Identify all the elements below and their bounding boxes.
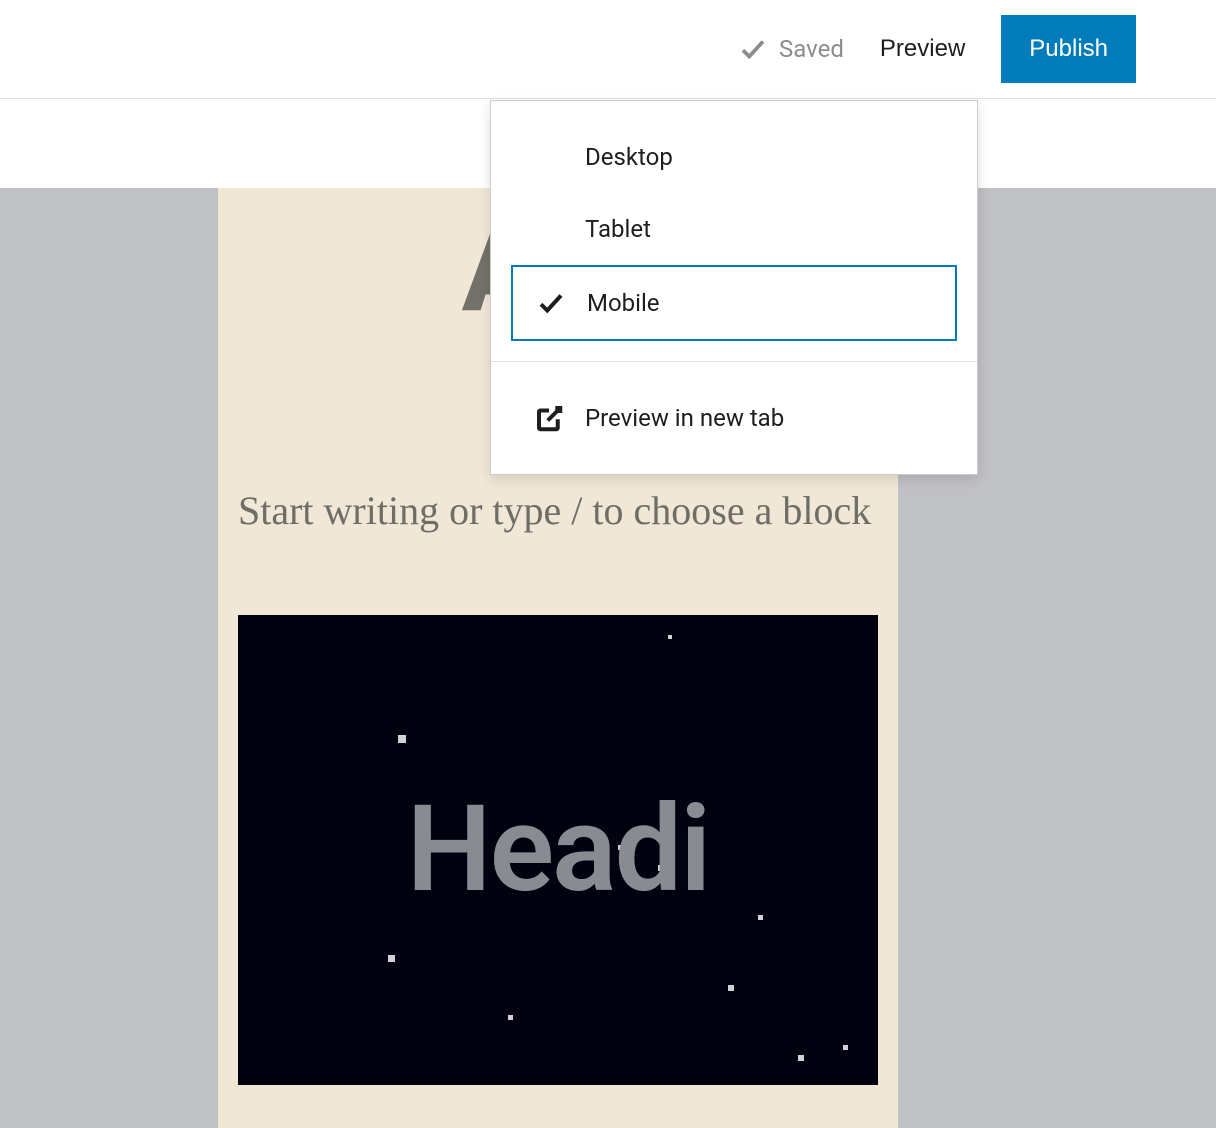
menu-item-label: Tablet [585, 215, 651, 243]
check-icon [533, 285, 569, 321]
preview-dropdown: Desktop Tablet Mobile Preview in new tab [490, 100, 978, 475]
preview-button[interactable]: Preview [868, 27, 977, 71]
dropdown-devices-section: Desktop Tablet Mobile [491, 101, 977, 361]
check-icon [531, 139, 567, 175]
cover-block[interactable]: Headi [238, 615, 878, 1085]
check-icon [737, 33, 769, 65]
preview-option-desktop[interactable]: Desktop [511, 121, 957, 193]
saved-label: Saved [779, 35, 844, 63]
preview-option-mobile[interactable]: Mobile [511, 265, 957, 341]
publish-button[interactable]: Publish [1001, 15, 1136, 83]
preview-new-tab[interactable]: Preview in new tab [511, 382, 957, 454]
external-link-icon [531, 400, 567, 436]
menu-item-label: Preview in new tab [585, 404, 784, 432]
editor-top-bar: Saved Preview Publish [0, 0, 1216, 99]
saved-indicator: Saved [737, 33, 844, 65]
menu-item-label: Mobile [587, 289, 660, 317]
check-icon [531, 211, 567, 247]
dropdown-external-section: Preview in new tab [491, 361, 977, 474]
menu-item-label: Desktop [585, 143, 673, 171]
cover-heading[interactable]: Headi [407, 780, 710, 920]
preview-option-tablet[interactable]: Tablet [511, 193, 957, 265]
